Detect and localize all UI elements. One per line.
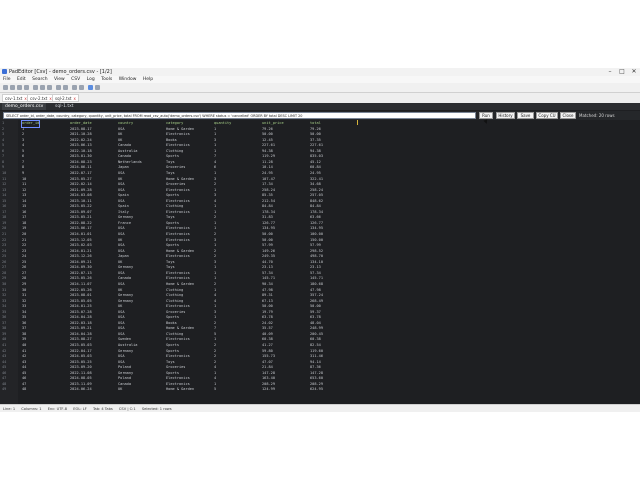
window-title: PadEditor [Csv] - demo_orders.csv - [1/2… — [9, 69, 112, 75]
tab-label: csv-1.txt — [5, 96, 23, 101]
tab-demo-orders[interactable]: demo_orders.csv — [2, 103, 47, 110]
file-tab-bar: csv-1.txt x csv-2.txt x sql-2.txt x — [0, 93, 640, 103]
run-button[interactable]: Run — [479, 112, 493, 119]
tab-csv-1[interactable]: csv-1.txt x — [2, 94, 30, 102]
tab-sql-1[interactable]: sql-1.txt — [52, 103, 77, 110]
status-eol[interactable]: EOL: LF — [73, 407, 87, 411]
minimize-icon[interactable]: – — [604, 68, 616, 76]
copy-icon[interactable] — [40, 85, 45, 90]
save-icon[interactable] — [17, 85, 22, 90]
status-tab[interactable]: Tab: 4 Tabs — [93, 407, 113, 411]
tab-label: sql-2.txt — [55, 96, 72, 101]
menu-tools[interactable]: Tools — [101, 77, 112, 82]
menu-view[interactable]: View — [54, 77, 65, 82]
undo-icon[interactable] — [56, 85, 61, 90]
close-icon[interactable]: ✕ — [628, 68, 640, 76]
menu-edit[interactable]: Edit — [17, 77, 26, 82]
settings-icon[interactable] — [95, 85, 100, 90]
new-file-icon[interactable] — [3, 85, 8, 90]
status-selection: Selected: 1 rows — [141, 407, 172, 411]
application-window: PadEditor [Csv] - demo_orders.csv - [1/2… — [0, 68, 640, 412]
paste-icon[interactable] — [47, 85, 52, 90]
title-bar: PadEditor [Csv] - demo_orders.csv - [1/2… — [0, 68, 640, 76]
find-icon[interactable] — [72, 85, 77, 90]
matched-count: Matched: 20 rows — [579, 113, 615, 118]
cell-unit-price[interactable]: 124.99 — [262, 387, 275, 393]
query-bar: SELECT order_id, order_date, country, ca… — [0, 111, 640, 120]
line-number: 49 — [2, 387, 7, 392]
app-icon — [2, 69, 7, 74]
run-icon[interactable] — [88, 85, 93, 90]
cell-total[interactable]: 624.95 — [310, 387, 323, 393]
cell-quantity[interactable]: 5 — [214, 387, 216, 393]
toolbar — [0, 83, 640, 93]
menu-csv[interactable]: CSV — [71, 77, 80, 82]
redo-icon[interactable] — [63, 85, 68, 90]
cut-icon[interactable] — [33, 85, 38, 90]
copy-button[interactable]: Copy CU — [536, 112, 558, 119]
save-all-icon[interactable] — [24, 85, 29, 90]
csv-grid[interactable]: 1 order_id order_date country category quanti… — [0, 120, 640, 404]
close-tab-icon[interactable]: x — [74, 96, 76, 101]
tab-csv-2[interactable]: csv-2.txt x — [27, 94, 55, 102]
cell-order-date[interactable]: 2024-06-24 — [70, 387, 92, 393]
status-bar: Line: 1 Columns: 1 Enc: UTF-8 EOL: LF Ta… — [0, 404, 640, 412]
maximize-icon[interactable]: □ — [616, 68, 628, 76]
menu-window[interactable]: Window — [119, 77, 137, 82]
history-button[interactable]: History — [496, 112, 515, 119]
cell-order-id[interactable]: 48 — [22, 387, 26, 393]
replace-icon[interactable] — [79, 85, 84, 90]
sql-query-input[interactable]: SELECT order_id, order_date, country, ca… — [3, 112, 476, 119]
menu-bar: File Edit Search View CSV Log Tools Wind… — [0, 76, 640, 83]
status-columns: Columns: 1 — [21, 407, 42, 411]
cell-country[interactable]: UK — [118, 387, 122, 393]
save-button[interactable]: Save — [517, 112, 534, 119]
status-line: Line: 1 — [3, 407, 16, 411]
status-encoding[interactable]: Enc: UTF-8 — [48, 407, 67, 411]
tab-label: csv-2.txt — [30, 96, 48, 101]
open-file-icon[interactable] — [10, 85, 15, 90]
menu-search[interactable]: Search — [32, 77, 47, 82]
tab-sql-2[interactable]: sql-2.txt x — [52, 94, 79, 102]
status-mode: CSV | C:1 — [118, 407, 136, 411]
menu-log[interactable]: Log — [87, 77, 95, 82]
table-row[interactable]: 49 48 2024-06-24 UK Home & Garden 5 124.99 624.… — [0, 387, 640, 393]
menu-file[interactable]: File — [3, 77, 11, 82]
menu-help[interactable]: Help — [143, 77, 153, 82]
close-button[interactable]: Close — [560, 112, 576, 119]
cell-category[interactable]: Home & Garden — [166, 387, 194, 393]
document-tab-bar: demo_orders.csv sql-1.txt — [0, 103, 640, 110]
